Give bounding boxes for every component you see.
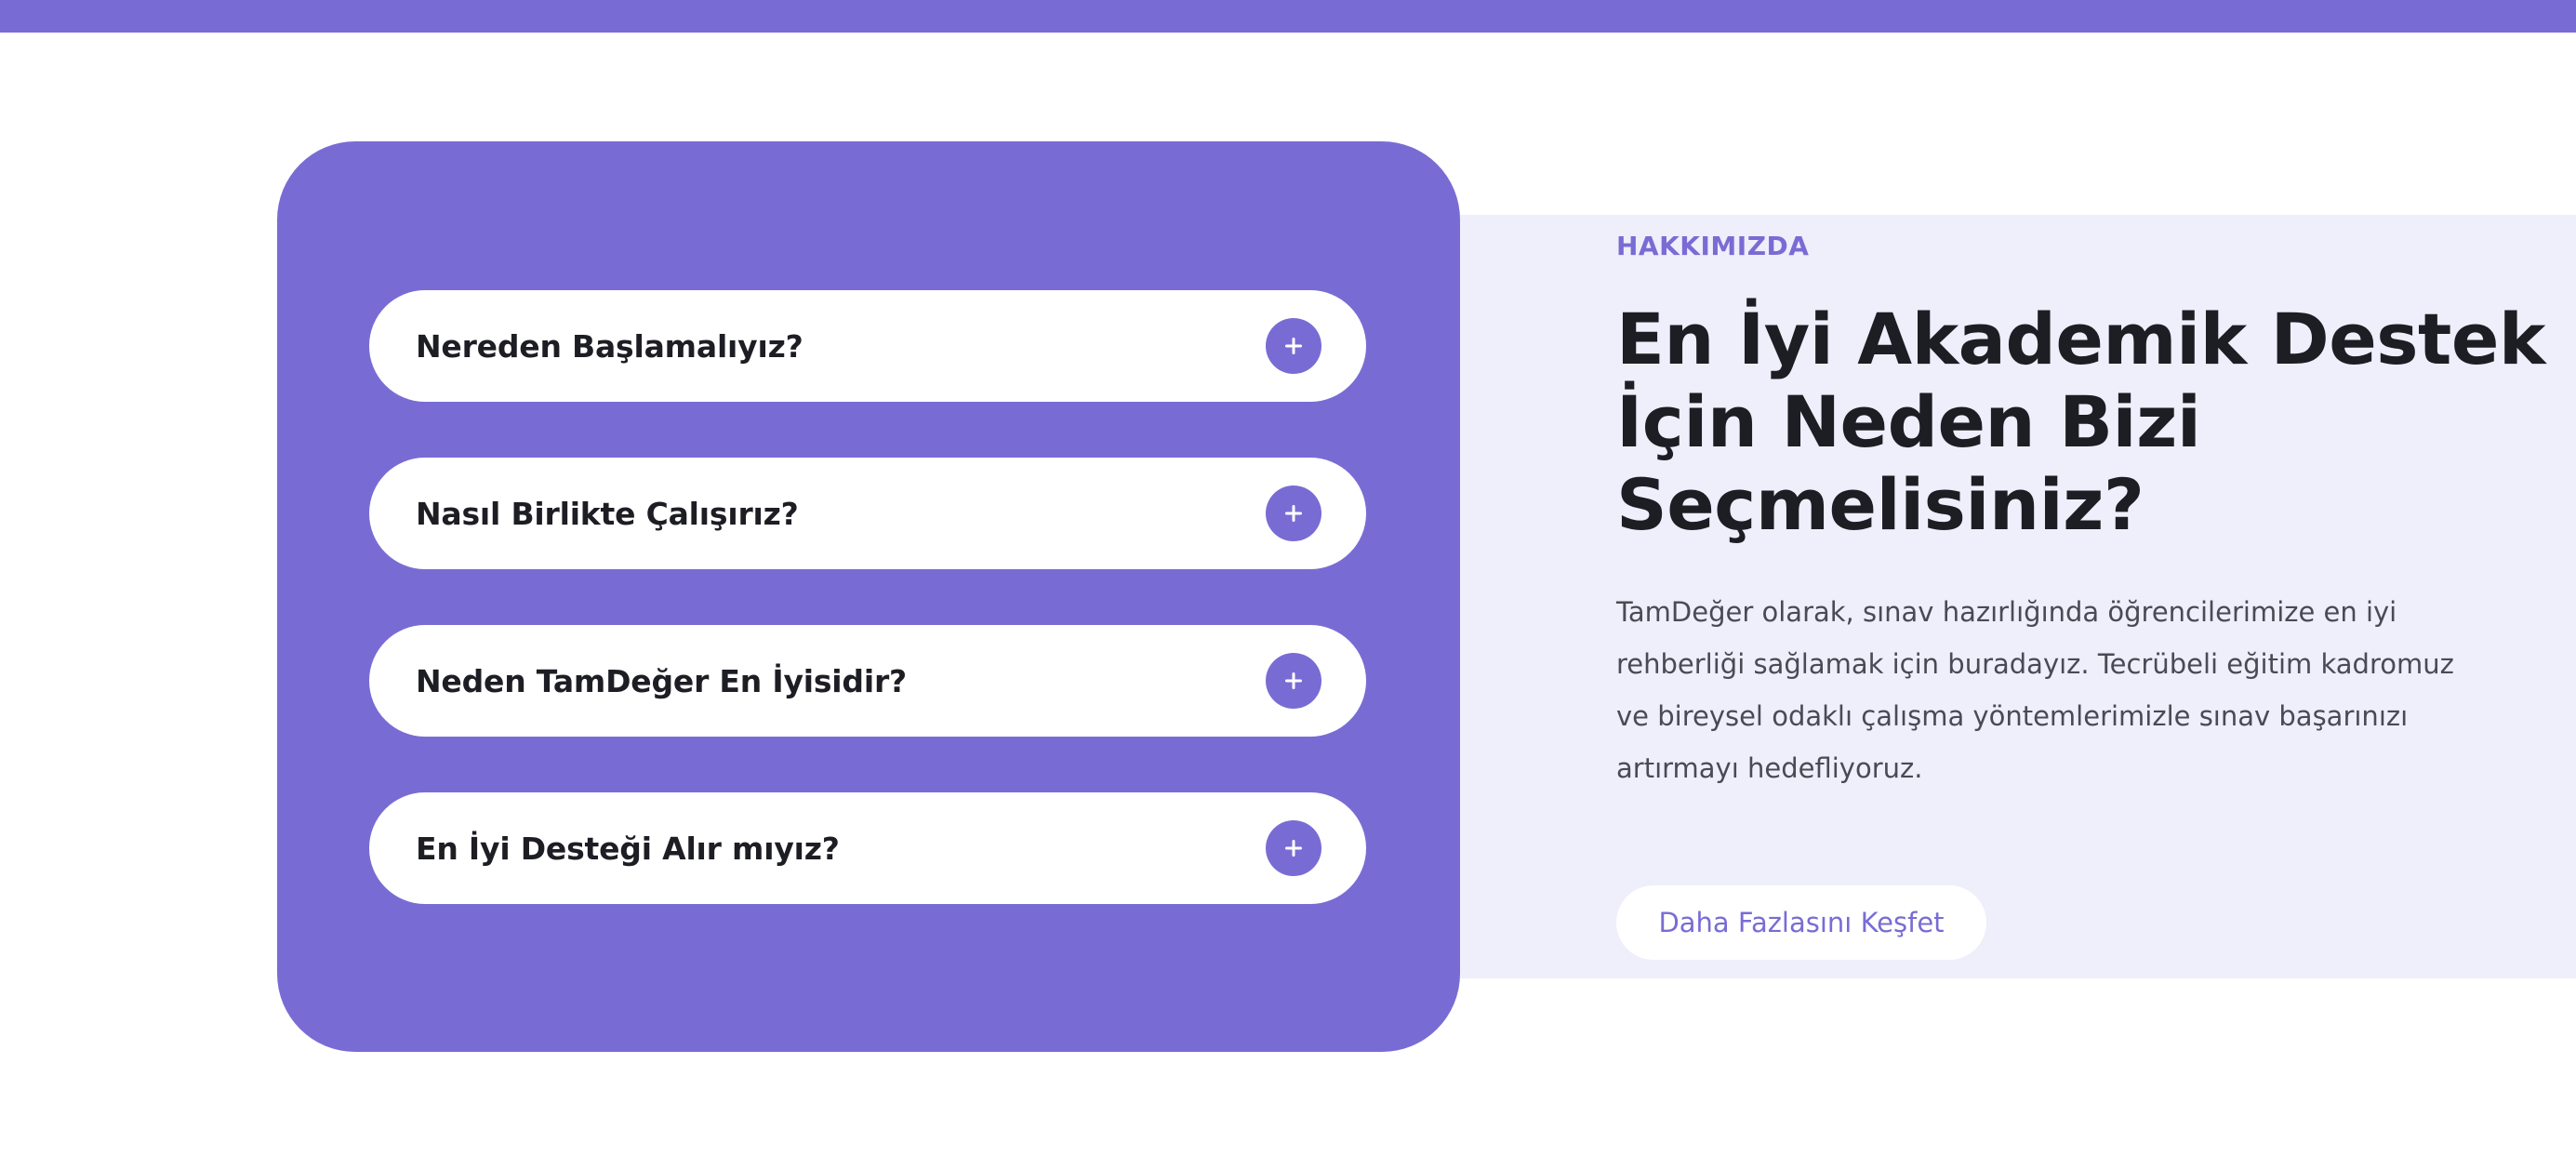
section-eyebrow: HAKKIMIZDA xyxy=(1616,231,1810,261)
plus-icon[interactable] xyxy=(1266,820,1321,876)
faq-item-3[interactable]: Neden TamDeğer En İyisidir? xyxy=(369,625,1366,737)
faq-question: Nereden Başlamalıyız? xyxy=(416,327,803,365)
faq-question: En İyi Desteği Alır mıyız? xyxy=(416,830,840,867)
page: Nereden Başlamalıyız? Nasıl Birlikte Çal… xyxy=(0,0,2576,1170)
plus-icon[interactable] xyxy=(1266,318,1321,374)
section-headline: En İyi Akademik Destek İçin Neden Bizi S… xyxy=(1616,298,2545,546)
faq-item-4[interactable]: En İyi Desteği Alır mıyız? xyxy=(369,792,1366,904)
plus-icon[interactable] xyxy=(1266,653,1321,709)
plus-icon[interactable] xyxy=(1266,485,1321,541)
faq-item-2[interactable]: Nasıl Birlikte Çalışırız? xyxy=(369,458,1366,569)
faq-question: Neden TamDeğer En İyisidir? xyxy=(416,662,907,699)
faq-accordion-card: Nereden Başlamalıyız? Nasıl Birlikte Çal… xyxy=(277,141,1460,1052)
top-accent-bar xyxy=(0,0,2576,33)
discover-more-button[interactable]: Daha Fazlasını Keşfet xyxy=(1616,885,1986,960)
faq-item-1[interactable]: Nereden Başlamalıyız? xyxy=(369,290,1366,402)
section-description: TamDeğer olarak, sınav hazırlığında öğre… xyxy=(1616,596,2454,784)
faq-question: Nasıl Birlikte Çalışırız? xyxy=(416,495,799,532)
